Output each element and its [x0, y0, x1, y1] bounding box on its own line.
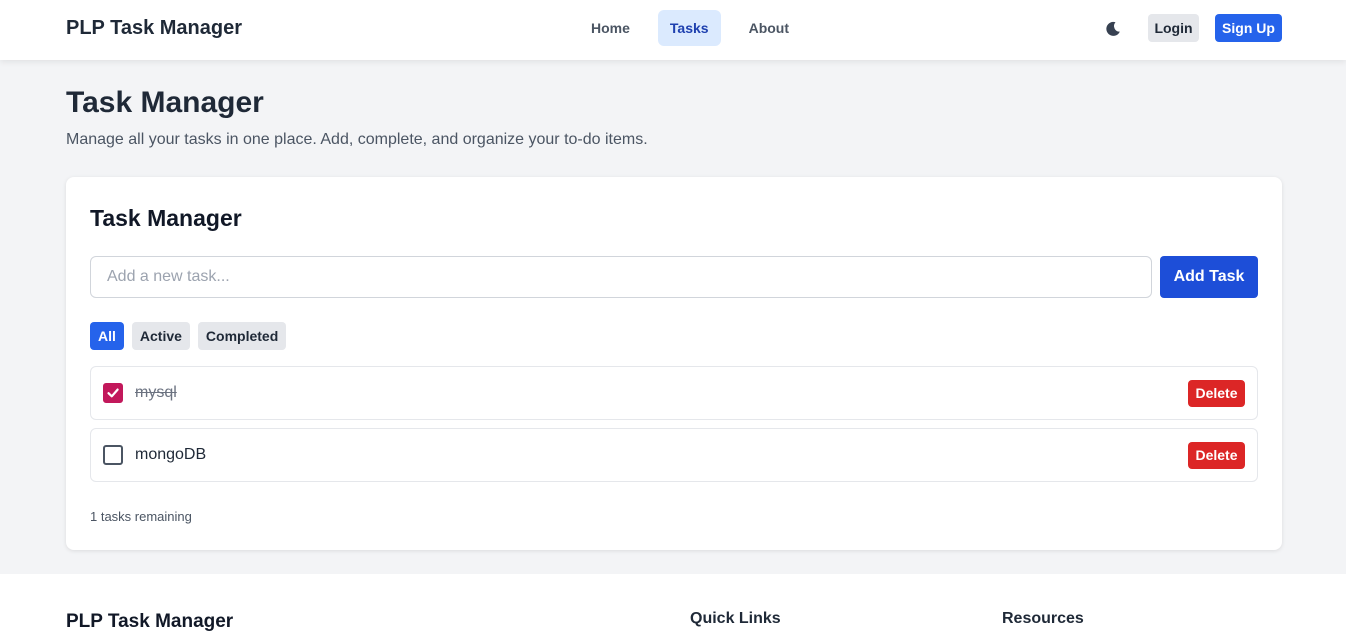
- add-task-button[interactable]: Add Task: [1160, 256, 1258, 298]
- task-checkbox[interactable]: [103, 445, 123, 465]
- filter-active-button[interactable]: Active: [131, 322, 190, 350]
- new-task-input[interactable]: [90, 256, 1152, 298]
- nav-link-about[interactable]: About: [737, 10, 801, 46]
- task-text: mysql: [135, 384, 177, 401]
- task-checkbox-checked[interactable]: [103, 383, 123, 403]
- card-title: Task Manager: [90, 205, 242, 231]
- footer-resources-heading: Resources: [1002, 610, 1084, 627]
- delete-task-button[interactable]: Delete: [1188, 442, 1245, 469]
- login-button[interactable]: Login: [1148, 14, 1199, 42]
- checkmark-icon: [107, 388, 119, 398]
- filter-group: All Active Completed: [90, 322, 287, 350]
- navbar: PLP Task Manager Home Tasks About Login …: [0, 0, 1346, 60]
- page-title: Task Manager: [66, 86, 264, 119]
- footer-brand: PLP Task Manager: [66, 611, 234, 632]
- tasks-remaining-count: 1 tasks remaining: [90, 509, 192, 524]
- page-subtitle: Manage all your tasks in one place. Add,…: [66, 131, 648, 148]
- moon-icon[interactable]: [1103, 19, 1123, 39]
- filter-all-button[interactable]: All: [90, 322, 124, 350]
- nav-links: Home Tasks About: [579, 10, 801, 46]
- footer-quick-links-heading: Quick Links: [690, 610, 781, 627]
- footer: PLP Task Manager Quick Links Resources: [0, 574, 1346, 635]
- filter-completed-button[interactable]: Completed: [197, 322, 287, 350]
- task-manager-card: Task Manager Add Task All Active Complet…: [66, 177, 1282, 550]
- task-text: mongoDB: [135, 446, 207, 463]
- delete-task-button[interactable]: Delete: [1188, 380, 1245, 407]
- task-item: mongoDB Delete: [90, 428, 1258, 482]
- brand-logo[interactable]: PLP Task Manager: [66, 17, 242, 40]
- nav-link-home[interactable]: Home: [579, 10, 642, 46]
- signup-button[interactable]: Sign Up: [1215, 14, 1282, 42]
- task-item: mysql Delete: [90, 366, 1258, 420]
- nav-link-tasks[interactable]: Tasks: [657, 10, 721, 46]
